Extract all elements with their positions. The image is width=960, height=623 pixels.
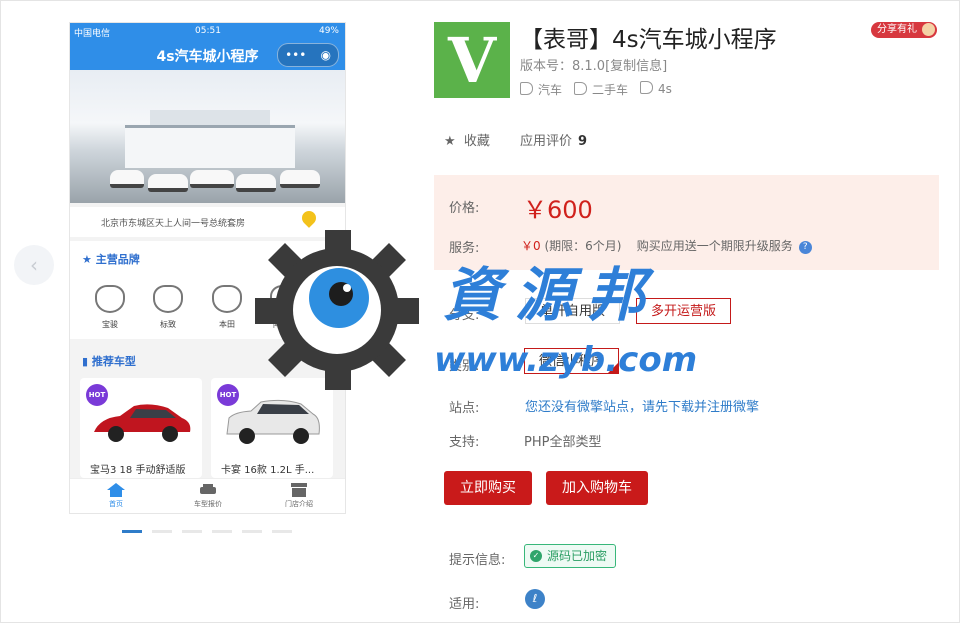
- banner-car: [148, 174, 188, 192]
- carousel-dot[interactable]: [272, 530, 292, 533]
- carousel-dot[interactable]: [152, 530, 172, 533]
- clock-label: 05:51: [195, 26, 221, 36]
- close-circle-icon: ◉: [320, 48, 331, 62]
- phone-status-bar: 中国电信 05:51 49%: [70, 23, 345, 40]
- car-name: 宝马3 18 手动舒适版: [90, 465, 186, 476]
- car-card[interactable]: HOT 卡宴 16款 1.2L 手...: [211, 378, 333, 478]
- car-icon: [199, 483, 217, 497]
- white-suv-image: [221, 396, 325, 446]
- carrier-label: 中国电信: [74, 29, 111, 39]
- watermark-url: www.zyb.com: [434, 340, 698, 380]
- car-name: 卡宴 16款 1.2L 手...: [221, 465, 315, 476]
- rating-info[interactable]: 应用评价 9: [520, 130, 587, 149]
- brand-item[interactable]: 宝骏: [85, 285, 135, 330]
- store-icon: [290, 483, 308, 497]
- tag-icon: [640, 81, 654, 94]
- favorite-button[interactable]: ★ 收藏: [444, 130, 490, 149]
- banner-car: [236, 174, 276, 192]
- tab-home[interactable]: 首页: [86, 483, 146, 509]
- register-site-link[interactable]: 您还没有微擎站点，请先下载并注册微擎: [525, 396, 759, 415]
- star-icon: ★: [444, 134, 456, 149]
- banner-car: [190, 170, 234, 188]
- price-value: ￥600: [523, 196, 593, 224]
- building-facade: [125, 125, 295, 168]
- location-pin-icon: [299, 208, 319, 228]
- apply-label: 适用:: [449, 597, 480, 612]
- buy-now-button[interactable]: 立即购买: [444, 471, 532, 505]
- carousel-dot[interactable]: [242, 530, 262, 533]
- encrypted-badge: ✓ 源码已加密: [524, 544, 617, 568]
- models-title: ▮ 推荐车型: [82, 355, 136, 368]
- carousel-prev-button[interactable]: ‹: [14, 245, 54, 285]
- home-icon: [107, 483, 125, 497]
- product-title: 【表哥】4s汽车城小程序: [520, 27, 777, 53]
- version-info[interactable]: 版本号：8.1.0[复制信息]: [520, 55, 667, 74]
- tag-item[interactable]: 汽车: [520, 81, 562, 98]
- add-to-cart-button[interactable]: 加入购物车: [546, 471, 648, 505]
- gift-icon: [922, 23, 935, 36]
- miniprogram-capsule: ••• ◉: [277, 43, 339, 67]
- banner-car: [280, 170, 320, 188]
- honda-logo-icon: [212, 285, 242, 313]
- share-reward-button[interactable]: 分享有礼: [871, 22, 937, 38]
- miniprogram-icon: ℓ: [525, 589, 545, 609]
- battery-label: 49%: [318, 26, 339, 36]
- brands-title: ★ 主营品牌: [82, 253, 140, 266]
- dealership-banner: [70, 70, 345, 203]
- app-icon: V: [434, 22, 510, 98]
- chevron-left-icon: ‹: [30, 253, 38, 277]
- brand-item[interactable]: 标致: [143, 285, 193, 330]
- hot-badge: HOT: [217, 384, 239, 406]
- phone-tab-bar: 首页 车型报价 门店介绍: [70, 478, 345, 513]
- red-sedan-image: [90, 396, 194, 446]
- carousel-dot[interactable]: [212, 530, 232, 533]
- tag-icon: [574, 82, 588, 95]
- car-card[interactable]: HOT 宝马3 18 手动舒适版: [80, 378, 202, 478]
- rating-value: 9: [578, 134, 588, 149]
- carousel-dot[interactable]: [182, 530, 202, 533]
- baojun-logo-icon: [95, 285, 125, 313]
- address-text: 北京市东城区天上人间一号总统套房: [101, 219, 246, 229]
- carousel-dot-active[interactable]: [122, 530, 142, 533]
- banner-car: [110, 170, 144, 188]
- tag-item[interactable]: 二手车: [574, 81, 628, 98]
- peugeot-logo-icon: [153, 285, 183, 313]
- price-label: 价格:: [449, 201, 480, 216]
- tag-item[interactable]: 4s: [640, 81, 672, 98]
- more-dots-icon: •••: [285, 48, 307, 62]
- support-value: PHP全部类型: [524, 435, 602, 450]
- watermark-text: 資源邦: [443, 261, 660, 329]
- tab-store[interactable]: 门店介绍: [269, 483, 329, 509]
- support-label: 支持:: [449, 435, 480, 450]
- tag-list: 汽车 二手车 4s: [520, 81, 672, 98]
- tab-prices[interactable]: 车型报价: [178, 483, 238, 509]
- check-circle-icon: ✓: [530, 550, 542, 562]
- phone-nav-bar: 4s汽车城小程序 ••• ◉: [70, 40, 345, 70]
- help-icon[interactable]: ?: [798, 241, 812, 254]
- brand-item[interactable]: 本田: [202, 285, 252, 330]
- hot-badge: HOT: [86, 384, 108, 406]
- watermark-gear-logo: [255, 230, 420, 390]
- site-label: 站点:: [449, 401, 480, 416]
- tip-label: 提示信息:: [449, 553, 506, 568]
- tag-icon: [520, 82, 533, 95]
